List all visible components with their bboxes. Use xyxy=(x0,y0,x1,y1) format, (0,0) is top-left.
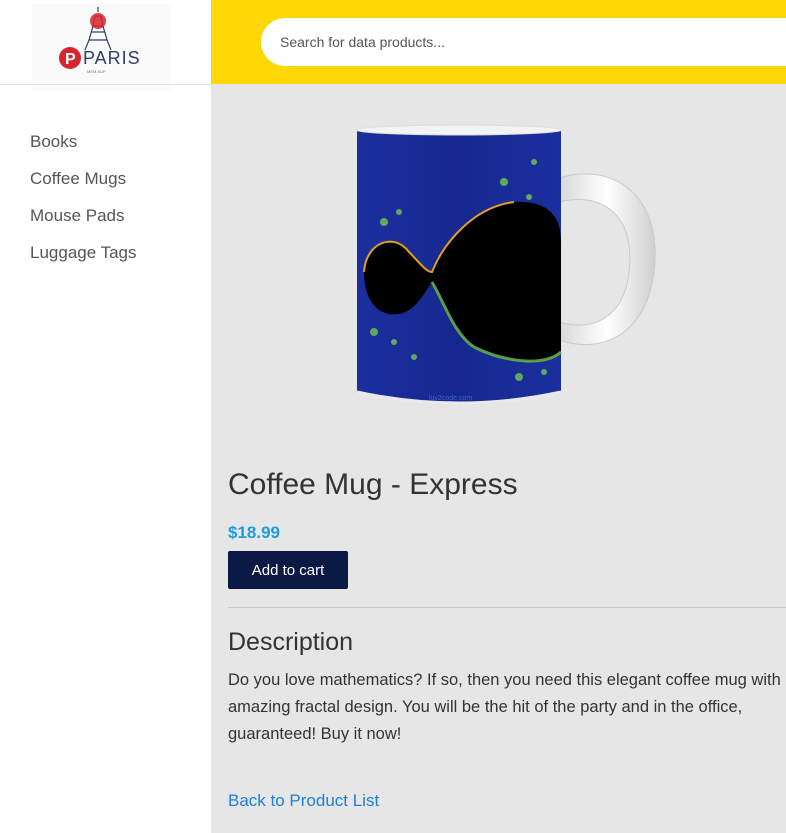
product-details: luv2code.com Coffee Mug - Express $18.99… xyxy=(211,84,786,833)
logo-divider xyxy=(0,84,211,85)
description-text: Do you love mathematics? If so, then you… xyxy=(228,671,786,743)
product-price: $18.99 xyxy=(228,523,280,542)
top-header xyxy=(211,0,786,84)
brand-logo[interactable]: P PARIS MEM.SUP xyxy=(32,4,171,90)
product-title: Coffee Mug - Express xyxy=(228,468,518,501)
category-nav: Books Coffee Mugs Mouse Pads Luggage Tag… xyxy=(30,130,137,278)
svg-text:PARIS: PARIS xyxy=(83,48,141,68)
sidebar: P PARIS MEM.SUP Books Coffee Mugs Mouse … xyxy=(0,0,211,833)
nav-item-luggage-tags[interactable]: Luggage Tags xyxy=(30,241,137,278)
nav-item-books[interactable]: Books xyxy=(30,130,137,167)
description-heading: Description xyxy=(228,628,354,656)
svg-text:luv2code.com: luv2code.com xyxy=(429,395,472,402)
product-image: luv2code.com xyxy=(355,124,656,405)
svg-text:MEM.SUP: MEM.SUP xyxy=(87,69,106,74)
search-input[interactable] xyxy=(261,18,786,66)
add-to-cart-button[interactable]: Add to cart xyxy=(228,551,348,589)
back-to-product-list-link[interactable]: Back to Product List xyxy=(228,791,379,811)
eiffel-tower-logo-icon: P PARIS MEM.SUP xyxy=(59,7,141,74)
svg-text:P: P xyxy=(65,51,76,68)
nav-item-mouse-pads[interactable]: Mouse Pads xyxy=(30,204,137,241)
section-divider xyxy=(228,607,786,608)
nav-item-coffee-mugs[interactable]: Coffee Mugs xyxy=(30,167,137,204)
